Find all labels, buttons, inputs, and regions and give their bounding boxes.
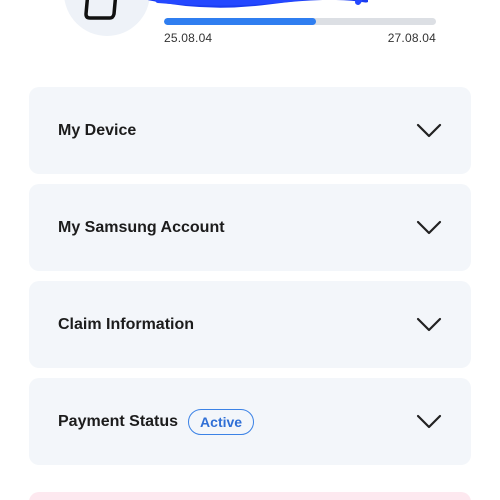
plan-end-date: 27.08.04	[387, 31, 436, 45]
phone-icon	[84, 0, 118, 20]
my-samsung-account-card[interactable]: My Samsung Account	[29, 184, 471, 271]
card-title: My Samsung Account	[58, 218, 225, 236]
card-title: Claim Information	[58, 315, 195, 333]
payment-status-card[interactable]: Payment Status Active	[29, 378, 471, 465]
page: 25.08.04 27.08.04 My Device My Samsung A…	[0, 0, 500, 500]
card-title: Payment Status	[58, 412, 179, 430]
chevron-down-icon	[416, 220, 442, 236]
redaction-scribble	[148, 0, 368, 8]
device-avatar	[64, 0, 150, 36]
plan-progress-bar	[164, 18, 436, 25]
status-badge: Active	[188, 408, 255, 435]
my-device-card[interactable]: My Device	[29, 87, 471, 174]
next-card-partial[interactable]	[29, 492, 471, 500]
chevron-down-icon	[416, 414, 442, 430]
chevron-down-icon	[416, 317, 442, 333]
plan-progress-fill	[164, 18, 317, 25]
chevron-down-icon	[416, 123, 442, 139]
claim-information-card[interactable]: Claim Information	[29, 281, 471, 368]
card-title: My Device	[58, 121, 137, 139]
plan-start-date: 25.08.04	[164, 31, 213, 45]
